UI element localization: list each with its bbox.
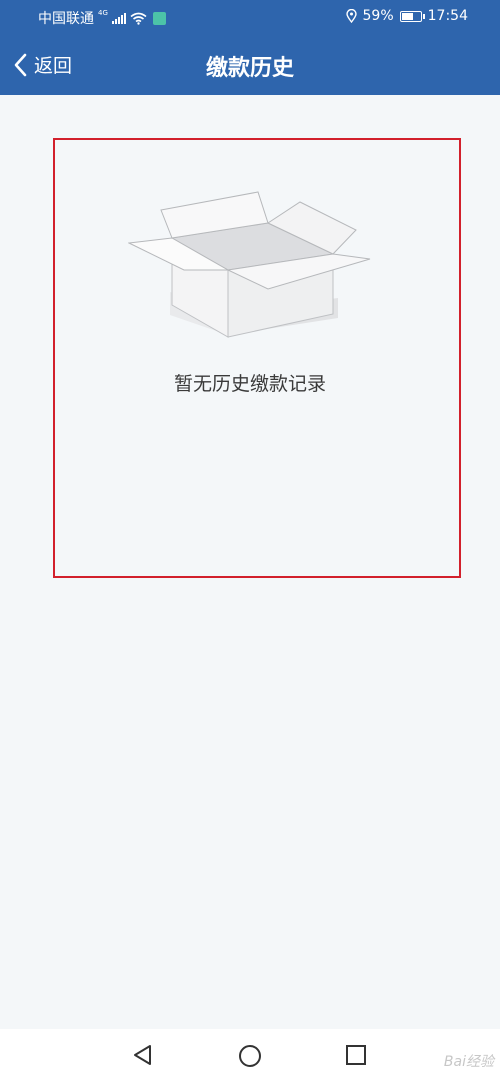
carrier-name: 中国联通 xyxy=(38,11,94,27)
status-right: 59% 17:54 xyxy=(345,8,468,24)
wifi-icon xyxy=(130,12,147,25)
square-recents-icon[interactable] xyxy=(345,1044,367,1066)
battery-icon xyxy=(399,10,425,22)
circle-home-icon[interactable] xyxy=(238,1044,262,1068)
triangle-back-icon[interactable] xyxy=(132,1044,154,1066)
page-title: 缴款历史 xyxy=(205,56,294,81)
status-bar: 中国联通 4G 59% 17:54 xyxy=(0,0,500,34)
location-pin-icon xyxy=(345,9,357,23)
watermark: Bai经验 xyxy=(443,1054,494,1070)
system-nav-bar: Bai经验 xyxy=(0,1029,500,1083)
app-notification-icon xyxy=(152,11,166,25)
empty-state-message: 暂无历史缴款记录 xyxy=(173,373,326,395)
battery-percent: 59% xyxy=(362,8,394,24)
app-header: 返回 缴款历史 xyxy=(0,34,500,95)
clock-time: 17:54 xyxy=(427,8,468,24)
network-type: 4G xyxy=(98,9,108,17)
status-left: 中国联通 4G xyxy=(38,8,166,28)
empty-box-icon xyxy=(128,191,371,338)
signal-icon xyxy=(111,12,126,24)
